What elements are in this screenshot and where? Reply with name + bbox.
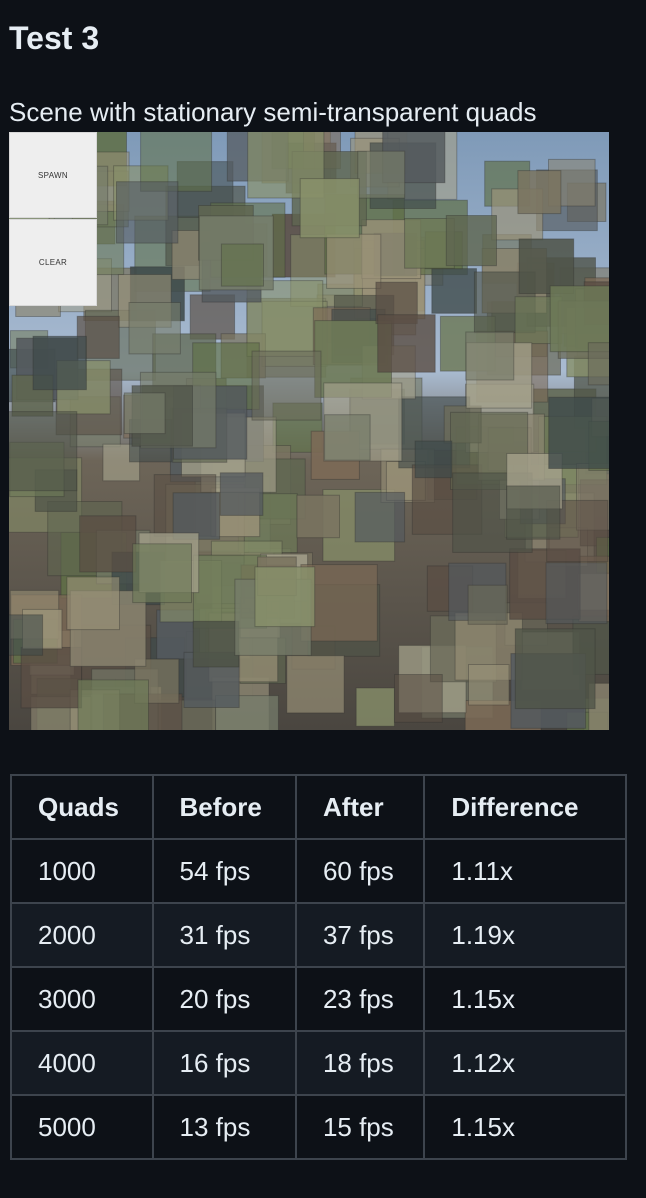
cell-before: 54 fps bbox=[151, 838, 297, 904]
cell-quads: 1000 bbox=[10, 838, 154, 904]
table-row: 3000 20 fps 23 fps 1.15x bbox=[10, 966, 627, 1032]
cell-difference: 1.12x bbox=[423, 1030, 627, 1096]
quad bbox=[254, 566, 316, 628]
quad bbox=[355, 687, 395, 727]
quad bbox=[192, 620, 240, 668]
table-row: 2000 31 fps 37 fps 1.19x bbox=[10, 902, 627, 968]
table-row: 4000 16 fps 18 fps 1.12x bbox=[10, 1030, 627, 1096]
cell-before: 20 fps bbox=[151, 966, 297, 1032]
quad bbox=[123, 392, 166, 435]
table-row: 5000 13 fps 15 fps 1.15x bbox=[10, 1094, 627, 1160]
cell-difference: 1.19x bbox=[423, 902, 627, 968]
quads-canvas bbox=[9, 132, 609, 730]
cell-quads: 5000 bbox=[10, 1094, 154, 1160]
quad bbox=[548, 396, 609, 470]
quad bbox=[324, 414, 371, 461]
quad bbox=[506, 485, 561, 540]
spawn-button[interactable]: SPAWN bbox=[9, 132, 97, 218]
quad bbox=[394, 674, 443, 723]
cell-after: 18 fps bbox=[294, 1030, 426, 1096]
quad bbox=[79, 515, 137, 573]
quad bbox=[286, 655, 345, 714]
cell-before: 16 fps bbox=[151, 1030, 297, 1096]
quad bbox=[116, 181, 179, 244]
quad bbox=[299, 178, 360, 239]
cell-before: 13 fps bbox=[151, 1094, 297, 1160]
quad bbox=[517, 170, 562, 215]
quad bbox=[431, 268, 477, 314]
cell-quads: 4000 bbox=[10, 1030, 154, 1096]
table-header-row: Quads Before After Difference bbox=[10, 774, 627, 840]
quad bbox=[77, 679, 149, 730]
cell-difference: 1.15x bbox=[423, 966, 627, 1032]
quad bbox=[32, 335, 87, 391]
cell-quads: 2000 bbox=[10, 902, 154, 968]
cell-quads: 3000 bbox=[10, 966, 154, 1032]
quad bbox=[545, 562, 608, 625]
quad bbox=[128, 302, 181, 355]
quad bbox=[220, 243, 264, 287]
quad bbox=[296, 494, 340, 539]
clear-button[interactable]: CLEAR bbox=[9, 219, 97, 306]
quad bbox=[66, 576, 120, 631]
quad bbox=[414, 440, 453, 479]
page: Test 3 Scene with stationary semi-transp… bbox=[0, 0, 646, 1198]
quad bbox=[354, 491, 406, 543]
quad bbox=[326, 233, 382, 289]
cell-after: 23 fps bbox=[294, 966, 426, 1032]
header-difference: Difference bbox=[423, 774, 627, 840]
quad bbox=[468, 664, 510, 706]
quad bbox=[9, 614, 44, 656]
quad bbox=[514, 628, 596, 710]
cell-difference: 1.15x bbox=[423, 1094, 627, 1160]
cell-after: 15 fps bbox=[294, 1094, 426, 1160]
quad bbox=[377, 314, 436, 373]
section-heading: Test 3 bbox=[9, 20, 100, 56]
header-after: After bbox=[294, 774, 426, 840]
cell-after: 60 fps bbox=[294, 838, 426, 904]
results-table: Quads Before After Difference 1000 54 fp… bbox=[10, 774, 627, 1160]
quad bbox=[445, 215, 497, 267]
quad bbox=[467, 584, 508, 625]
header-before: Before bbox=[151, 774, 297, 840]
quad bbox=[549, 285, 609, 353]
cell-difference: 1.11x bbox=[423, 838, 627, 904]
quad bbox=[219, 472, 264, 516]
quad bbox=[251, 350, 322, 421]
header-quads: Quads bbox=[10, 774, 154, 840]
cell-before: 31 fps bbox=[151, 902, 297, 968]
table-row: 1000 54 fps 60 fps 1.11x bbox=[10, 838, 627, 904]
quad bbox=[587, 342, 609, 386]
quad bbox=[518, 238, 575, 294]
scene-screenshot: SPAWN CLEAR bbox=[9, 132, 609, 730]
quad bbox=[357, 150, 406, 199]
quad bbox=[132, 543, 192, 604]
quad bbox=[172, 492, 221, 540]
scene-caption: Scene with stationary semi-transparent q… bbox=[9, 97, 537, 127]
quad bbox=[465, 331, 515, 381]
quad bbox=[9, 411, 78, 492]
cell-after: 37 fps bbox=[294, 902, 426, 968]
